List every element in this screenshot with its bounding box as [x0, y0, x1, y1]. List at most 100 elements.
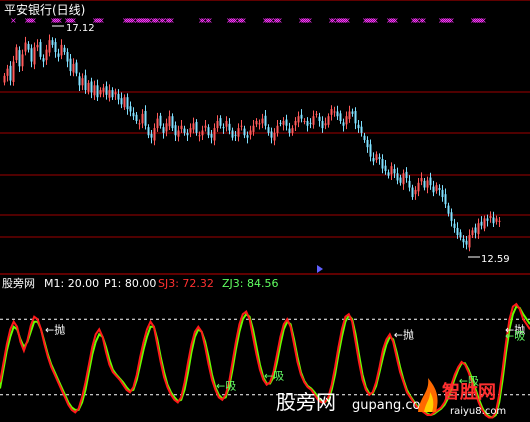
zj3-label: ZJ3: 84.56: [222, 277, 278, 290]
candle-body: [372, 158, 375, 162]
candle-body: [330, 109, 333, 115]
candle-body: [345, 116, 348, 125]
candle-body: [336, 111, 339, 117]
candle-body: [318, 116, 321, 121]
candle-body: [384, 165, 387, 171]
chart-background: [0, 0, 530, 422]
candle-body: [108, 90, 111, 98]
signal-annotation: ←吸: [264, 370, 284, 383]
candle-body: [147, 127, 150, 136]
signal-marker: ×: [276, 16, 283, 25]
candle-body: [132, 112, 135, 117]
candle-body: [417, 182, 420, 192]
logo-text: 智胜网: [442, 381, 496, 403]
signal-marker: ×: [392, 16, 399, 25]
candle-body: [180, 125, 183, 130]
candle-body: [213, 128, 216, 141]
logo-url: raiyu8.com: [450, 406, 506, 417]
candle-body: [399, 177, 402, 183]
signal-marker: ×: [240, 16, 247, 25]
candle-body: [327, 116, 330, 125]
candle-body: [36, 44, 39, 48]
candle-body: [483, 218, 486, 229]
candle-body: [264, 115, 267, 126]
candle-body: [102, 87, 105, 92]
candle-body: [291, 128, 294, 133]
m1-label: M1: 20.00: [44, 277, 99, 290]
candle-body: [312, 116, 315, 125]
candle-body: [303, 120, 306, 122]
candle-body: [390, 166, 393, 175]
candle-body: [219, 118, 222, 126]
candle-body: [432, 186, 435, 193]
p1-label: P1: 80.00: [104, 277, 156, 290]
candle-body: [111, 90, 114, 98]
candle-body: [6, 68, 9, 76]
candle-body: [24, 42, 27, 52]
candle-body: [12, 61, 15, 82]
signal-marker: ×: [10, 16, 17, 25]
candle-body: [171, 116, 174, 129]
candle-body: [258, 123, 261, 125]
signal-marker: ×: [344, 16, 351, 25]
candle-body: [366, 140, 369, 148]
signal-annotation: ←抛: [45, 322, 65, 336]
signal-marker: ×: [420, 16, 427, 25]
candle-body: [144, 110, 147, 126]
candle-body: [90, 81, 93, 93]
candle-body: [135, 114, 138, 121]
candle-body: [300, 114, 303, 119]
candle-body: [15, 47, 18, 61]
candle-body: [459, 232, 462, 238]
candle-body: [9, 65, 12, 81]
candle-body: [168, 116, 171, 127]
candle-body: [456, 227, 459, 236]
candle-body: [438, 188, 441, 190]
candle-body: [60, 44, 63, 56]
candle-body: [477, 223, 480, 235]
candle-body: [159, 115, 162, 126]
candle-body: [270, 131, 273, 138]
candle-body: [42, 58, 45, 62]
candle-body: [426, 180, 429, 188]
price-panel-title: 平安银行(日线): [4, 2, 85, 17]
candle-body: [486, 218, 489, 221]
candle-body: [444, 194, 447, 205]
candle-body: [234, 134, 237, 136]
candle-body: [348, 111, 351, 120]
candle-body: [75, 62, 78, 74]
candle-body: [441, 189, 444, 198]
candle-body: [72, 63, 75, 73]
candle-body: [87, 82, 90, 92]
candle-body: [315, 113, 318, 115]
candle-body: [138, 123, 141, 125]
candle-body: [33, 47, 36, 65]
candle-body: [492, 217, 495, 224]
candle-body: [378, 157, 381, 160]
candle-body: [96, 85, 99, 98]
candle-body: [48, 40, 51, 53]
candle-body: [189, 128, 192, 133]
signal-marker: ×: [206, 16, 213, 25]
candle-body: [216, 120, 219, 129]
candle-body: [279, 122, 282, 124]
candle-body: [306, 120, 309, 126]
candle-body: [198, 135, 201, 137]
candle-body: [240, 125, 243, 127]
candle-body: [69, 58, 72, 72]
candle-body: [429, 177, 432, 186]
candle-body: [165, 123, 168, 132]
candle-body: [309, 122, 312, 124]
candle-body: [420, 178, 423, 182]
indicator-name: 股旁网: [2, 276, 35, 290]
candle-body: [192, 123, 195, 130]
signal-marker: ×: [56, 16, 63, 25]
candle-body: [39, 42, 42, 57]
candle-body: [18, 50, 21, 67]
candle-body: [360, 126, 363, 133]
candle-body: [285, 119, 288, 126]
candle-body: [51, 40, 54, 45]
candle-body: [414, 189, 417, 195]
candle-body: [225, 120, 228, 127]
candle-body: [45, 49, 48, 61]
